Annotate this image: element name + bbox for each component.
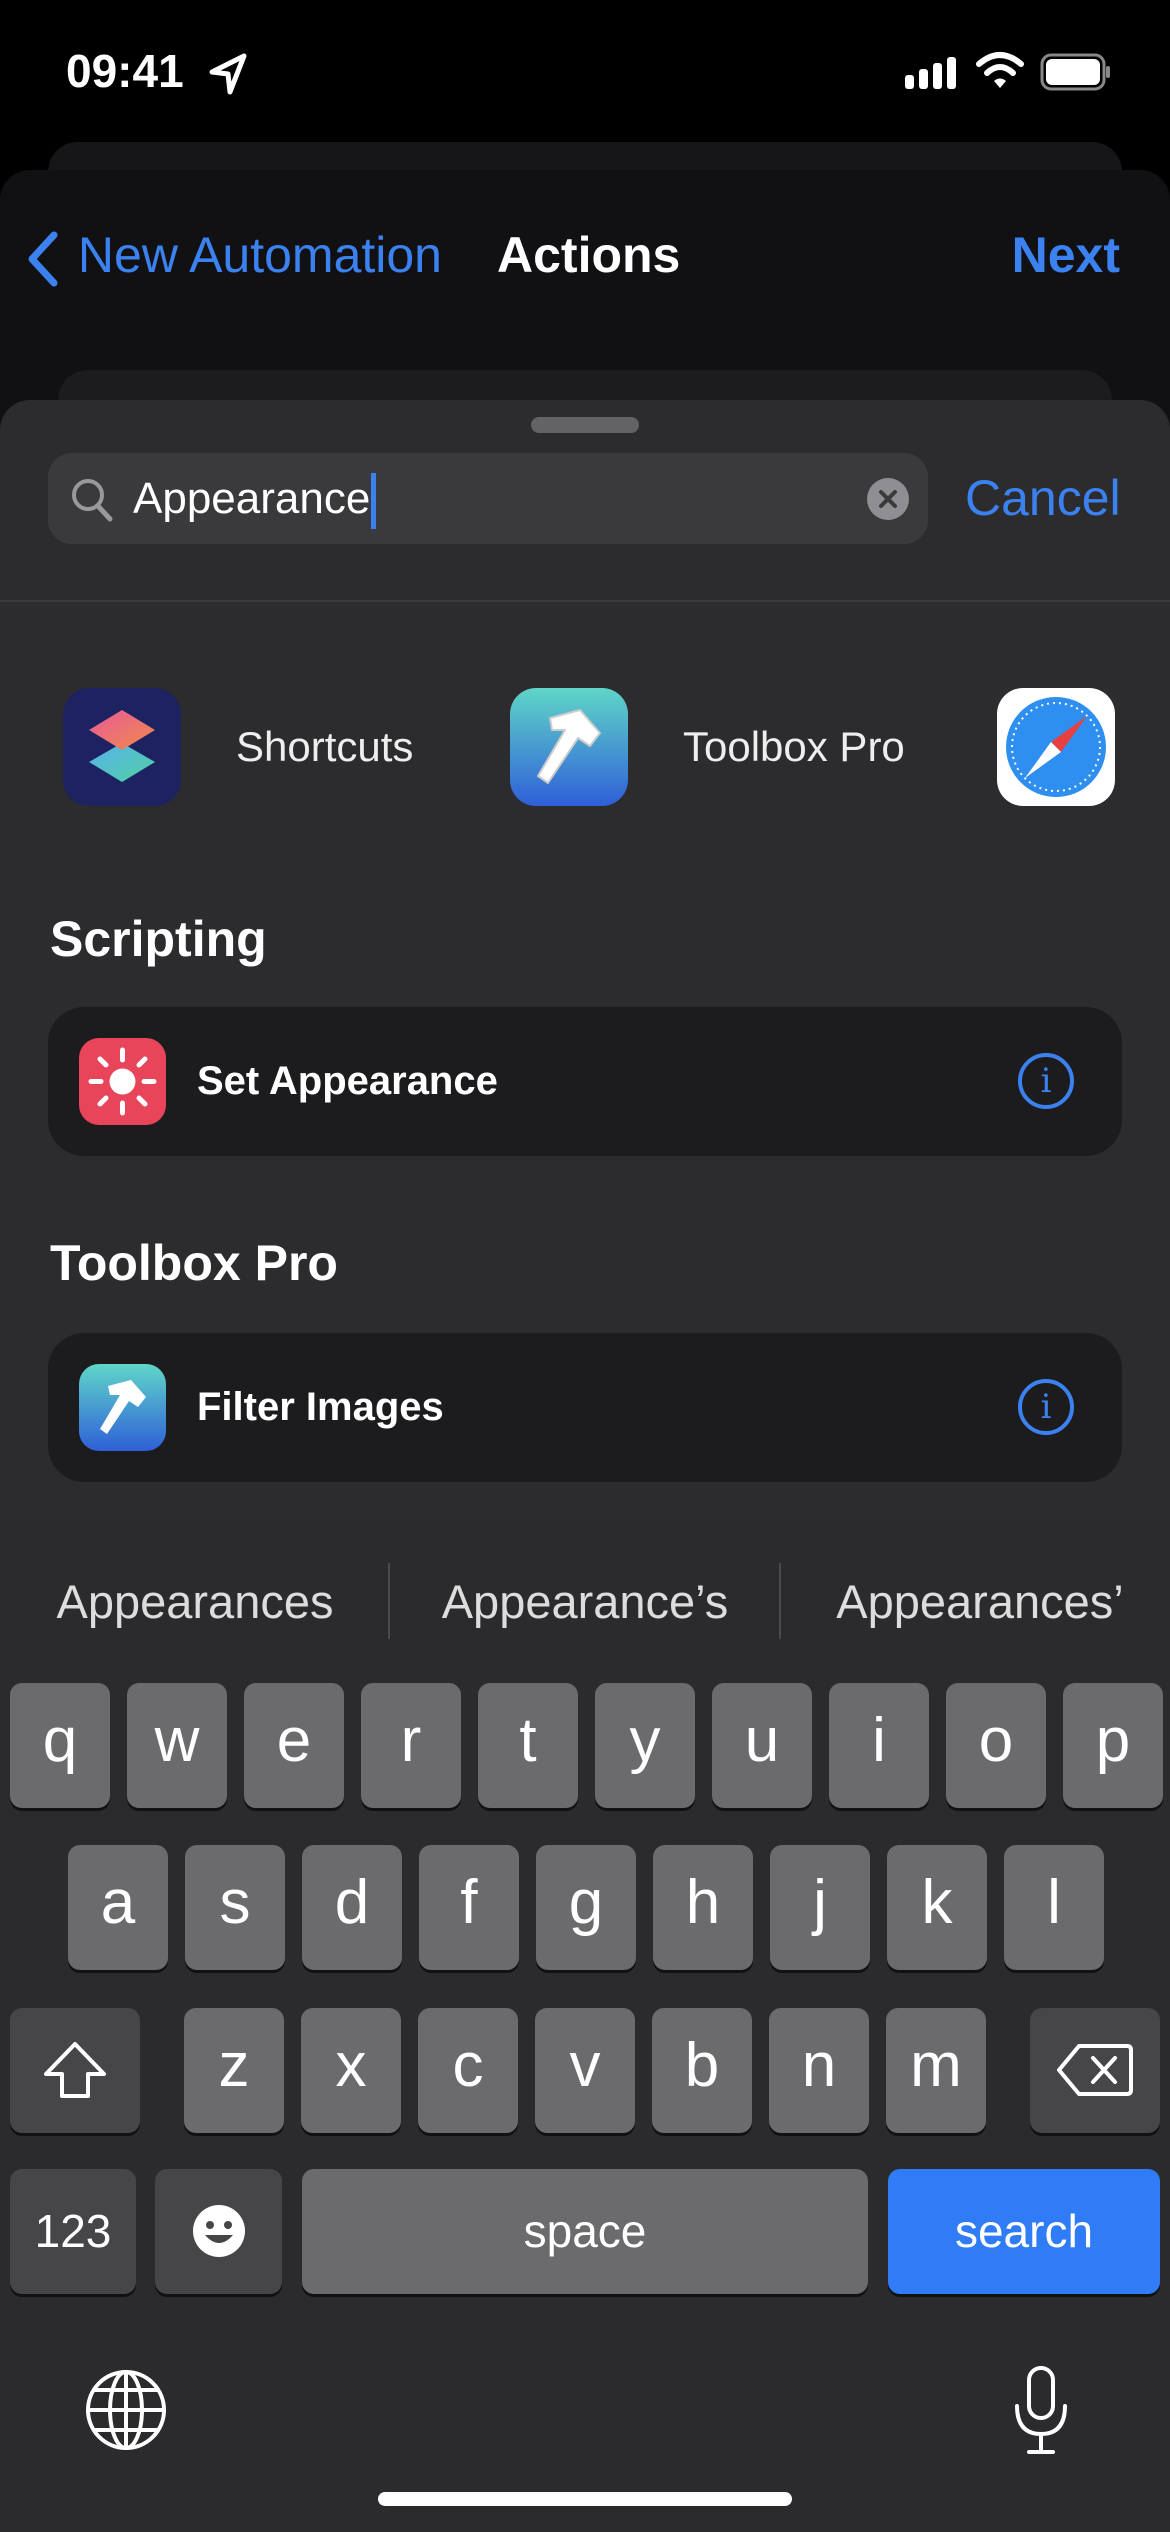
suggestion[interactable]: Appearances’ bbox=[790, 1572, 1170, 1632]
key-h[interactable]: h bbox=[653, 1845, 753, 1970]
chevron-left-icon bbox=[28, 231, 58, 287]
key-n[interactable]: n bbox=[769, 2008, 869, 2133]
back-label: New Automation bbox=[77, 227, 442, 283]
action-filter-images[interactable]: Filter Images i bbox=[48, 1333, 1122, 1482]
key-l[interactable]: l bbox=[1004, 1845, 1104, 1970]
hammer-icon bbox=[79, 1364, 166, 1451]
home-indicator[interactable] bbox=[378, 2492, 792, 2506]
emoji-key[interactable] bbox=[155, 2169, 282, 2294]
next-button[interactable]: Next bbox=[1012, 225, 1120, 285]
key-q[interactable]: q bbox=[10, 1683, 110, 1808]
search-icon bbox=[72, 479, 113, 522]
space-key[interactable]: space bbox=[302, 2169, 868, 2294]
numbers-key[interactable]: 123 bbox=[10, 2169, 136, 2294]
key-c[interactable]: c bbox=[418, 2008, 518, 2133]
action-title: Filter Images bbox=[197, 1385, 444, 1429]
key-m[interactable]: m bbox=[886, 2008, 986, 2133]
key-g[interactable]: g bbox=[536, 1845, 636, 1970]
microphone-icon[interactable] bbox=[1011, 2364, 1071, 2456]
text-caret bbox=[371, 473, 377, 530]
cancel-button[interactable]: Cancel bbox=[965, 468, 1121, 528]
cellular-signal-icon bbox=[905, 57, 956, 89]
section-title: Scripting bbox=[50, 911, 267, 967]
key-z[interactable]: z bbox=[184, 2008, 284, 2133]
key-k[interactable]: k bbox=[887, 1845, 987, 1970]
backspace-key[interactable] bbox=[1030, 2008, 1160, 2133]
key-p[interactable]: p bbox=[1063, 1683, 1163, 1808]
divider bbox=[388, 1563, 390, 1639]
key-r[interactable]: r bbox=[361, 1683, 461, 1808]
suggestion[interactable]: Appearance’s bbox=[395, 1572, 775, 1632]
status-time: 09:41 bbox=[66, 45, 184, 97]
key-s[interactable]: s bbox=[185, 1845, 285, 1970]
key-y[interactable]: y bbox=[595, 1683, 695, 1808]
key-f[interactable]: f bbox=[419, 1845, 519, 1970]
key-a[interactable]: a bbox=[68, 1845, 168, 1970]
shortcuts-app-icon[interactable] bbox=[63, 688, 181, 806]
app-label[interactable]: Shortcuts bbox=[236, 722, 413, 772]
key-j[interactable]: j bbox=[770, 1845, 870, 1970]
suggestion[interactable]: Appearances bbox=[10, 1572, 380, 1632]
sun-icon bbox=[79, 1038, 166, 1125]
key-b[interactable]: b bbox=[652, 2008, 752, 2133]
page-title: Actions bbox=[497, 227, 681, 283]
globe-icon[interactable] bbox=[84, 2368, 168, 2452]
search-key[interactable]: search bbox=[888, 2169, 1160, 2294]
key-w[interactable]: w bbox=[127, 1683, 227, 1808]
key-x[interactable]: x bbox=[301, 2008, 401, 2133]
shift-key[interactable] bbox=[10, 2008, 140, 2133]
key-e[interactable]: e bbox=[244, 1683, 344, 1808]
clear-search-icon[interactable] bbox=[867, 478, 909, 520]
divider bbox=[779, 1563, 781, 1639]
key-t[interactable]: t bbox=[478, 1683, 578, 1808]
battery-icon bbox=[1040, 53, 1110, 91]
toolbox-pro-app-icon[interactable] bbox=[510, 688, 628, 806]
emoji-icon bbox=[192, 2205, 245, 2257]
info-icon[interactable]: i bbox=[1018, 1379, 1074, 1435]
section-title: Toolbox Pro bbox=[50, 1235, 338, 1291]
divider bbox=[0, 600, 1170, 602]
action-title: Set Appearance bbox=[197, 1059, 498, 1103]
key-v[interactable]: v bbox=[535, 2008, 635, 2133]
key-u[interactable]: u bbox=[712, 1683, 812, 1808]
sheet-grabber[interactable] bbox=[531, 417, 639, 433]
shift-icon bbox=[44, 2042, 106, 2098]
key-d[interactable]: d bbox=[302, 1845, 402, 1970]
info-icon[interactable]: i bbox=[1018, 1053, 1074, 1109]
wifi-icon bbox=[976, 52, 1024, 88]
app-label[interactable]: Toolbox Pro bbox=[683, 722, 905, 772]
action-set-appearance[interactable]: Set Appearance i bbox=[48, 1007, 1122, 1156]
key-i[interactable]: i bbox=[829, 1683, 929, 1808]
search-value[interactable]: Appearance bbox=[133, 470, 377, 530]
location-arrow-icon bbox=[209, 53, 247, 95]
back-button[interactable]: New Automation bbox=[24, 225, 442, 289]
key-o[interactable]: o bbox=[946, 1683, 1046, 1808]
backspace-icon bbox=[1057, 2044, 1133, 2096]
safari-app-icon[interactable] bbox=[997, 688, 1115, 806]
